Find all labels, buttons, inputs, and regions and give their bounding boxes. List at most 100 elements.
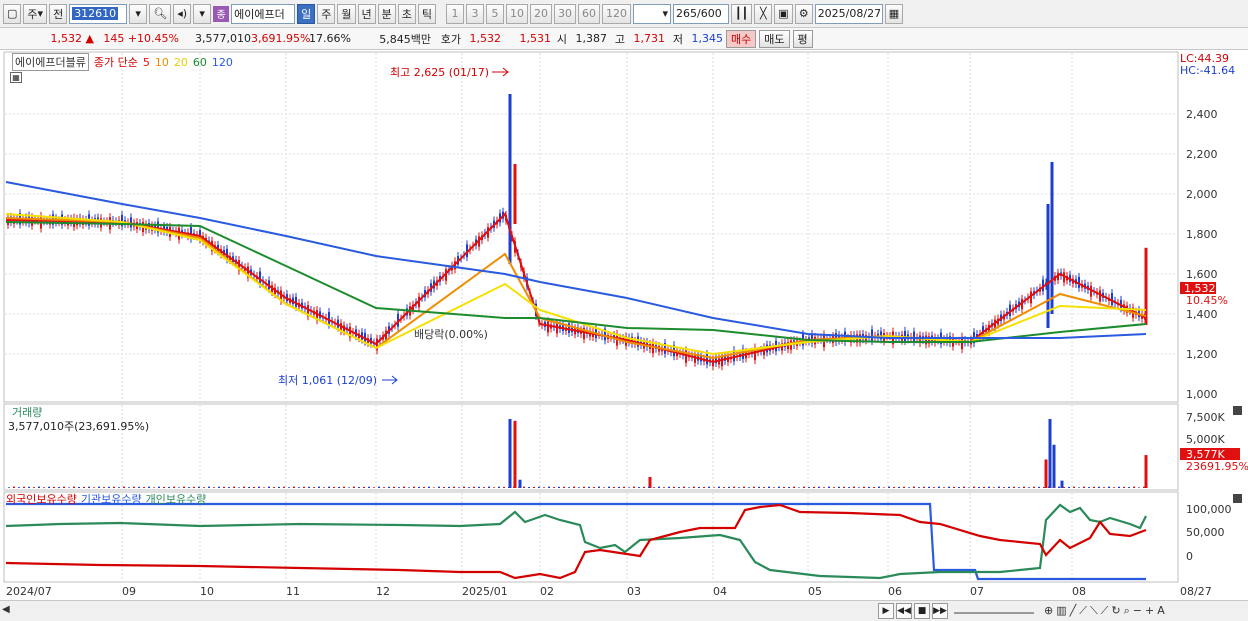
volume-bar: [728, 486, 730, 488]
plus-icon[interactable]: +: [1145, 604, 1154, 618]
volume-bar: [243, 486, 245, 488]
interval-30[interactable]: 30: [554, 3, 577, 24]
stop-icon[interactable]: ■: [914, 603, 930, 619]
buy-button[interactable]: 매수: [726, 29, 757, 48]
volume-bar: [378, 486, 380, 488]
interval-120[interactable]: 120: [602, 3, 632, 24]
high-label: 고: [614, 32, 625, 46]
interval-1[interactable]: 1: [446, 3, 465, 24]
volume-bar: [488, 486, 490, 488]
volume-bar: [648, 476, 652, 488]
zoom-icon[interactable]: ⊕: [1044, 604, 1053, 618]
stock-name-field[interactable]: 에이에프더: [231, 3, 296, 24]
text-icon[interactable]: A: [1157, 604, 1165, 618]
chevron-down-icon[interactable]: ▾: [129, 3, 148, 24]
chart-icon[interactable]: ▥: [1056, 604, 1066, 618]
line-tool-icon[interactable]: ⟋: [1079, 604, 1087, 618]
line-tool-icon[interactable]: ╱: [1070, 604, 1077, 618]
volume-bar: [763, 487, 765, 488]
minus-icon[interactable]: −: [1133, 604, 1142, 618]
speaker-icon[interactable]: ◂): [173, 3, 192, 24]
period-main-select[interactable]: 주 ▾: [23, 3, 48, 24]
forward-icon[interactable]: ▶▶: [932, 603, 948, 619]
volume-bar: [1123, 486, 1125, 488]
calendar-icon[interactable]: ▦: [884, 3, 904, 24]
scroll-left-icon[interactable]: ◀: [2, 604, 10, 615]
average-button[interactable]: 평: [792, 29, 813, 48]
trend-tool-icon[interactable]: ⟋: [1101, 604, 1109, 618]
count-input[interactable]: 265/600: [673, 3, 730, 24]
zoom-slider[interactable]: [954, 608, 1034, 614]
low-label: 저: [672, 32, 683, 46]
volume-bar: [273, 487, 275, 488]
volume-bar: [218, 486, 220, 488]
tab-minute[interactable]: 분: [377, 3, 396, 24]
candle-body: [871, 329, 873, 342]
volume-bar: [553, 487, 555, 488]
individual-holdings-label[interactable]: 개인보유수량: [146, 491, 207, 507]
tab-week[interactable]: 주: [317, 3, 336, 24]
interval-5[interactable]: 5: [486, 3, 505, 24]
tab-second[interactable]: 초: [397, 3, 416, 24]
candlestick-icon[interactable]: ┃┃: [731, 3, 753, 24]
interval-3[interactable]: 3: [466, 3, 485, 24]
ma-5-label[interactable]: 5: [143, 56, 150, 69]
tab-day[interactable]: 일: [297, 3, 316, 24]
window-icon[interactable]: ▢: [3, 3, 22, 24]
refresh-icon[interactable]: ↻: [1111, 604, 1120, 618]
rewind-icon[interactable]: ◀◀: [896, 603, 912, 619]
volume-bar: [973, 486, 975, 488]
gear-icon[interactable]: ⚙: [794, 3, 813, 24]
date-input[interactable]: 2025/08/27: [814, 3, 883, 24]
holdings-axis: 100,000 50,000 0: [1186, 503, 1232, 563]
ma-60-label[interactable]: 60: [193, 56, 207, 69]
line-tool-icon[interactable]: ⟍: [1090, 604, 1098, 618]
volume-bar: [633, 486, 635, 488]
volume-bar: [438, 486, 440, 488]
search-icon[interactable]: ⌕: [1124, 604, 1130, 618]
volume-bar: [368, 486, 370, 488]
volume-bar: [83, 486, 85, 488]
volume-bar: [1003, 487, 1005, 488]
tab-month[interactable]: 월: [337, 3, 356, 24]
play-icon[interactable]: ▶: [878, 603, 894, 619]
volume-bar: [628, 487, 630, 488]
volume-bar: [513, 420, 517, 488]
sell-button[interactable]: 매도: [759, 29, 790, 48]
volume-bar: [98, 486, 100, 488]
crosshair-icon[interactable]: ╳: [754, 3, 773, 24]
interval-10[interactable]: 10: [506, 3, 529, 24]
close-icon[interactable]: [1233, 494, 1242, 503]
volume-bar: [568, 487, 570, 488]
interval-20[interactable]: 20: [530, 3, 553, 24]
volume-bar: [543, 487, 545, 488]
ma-10-label[interactable]: 10: [155, 56, 169, 69]
chart-canvas[interactable]: 2,400 2,200 2,000 1,800 1,600 1,400 1,20…: [0, 50, 1248, 621]
stock-code-input[interactable]: 312610: [69, 3, 128, 24]
tab-tick[interactable]: 틱: [417, 3, 437, 24]
volume-total: 3,577,010: [195, 32, 251, 45]
volume-bar: [593, 487, 595, 488]
speaker-dropdown[interactable]: ▾: [193, 3, 212, 24]
tab-year[interactable]: 년: [357, 3, 376, 24]
volume-bar: [823, 487, 825, 488]
prev-button[interactable]: 전: [49, 3, 68, 24]
volume-bar: [533, 486, 535, 488]
interval-custom-input[interactable]: ▾: [633, 3, 672, 24]
volume-bar: [573, 486, 575, 488]
ma-120-label[interactable]: 120: [212, 56, 233, 69]
table-icon[interactable]: ▦: [10, 72, 22, 83]
ma-20-label[interactable]: 20: [174, 56, 188, 69]
volume-bar: [93, 487, 95, 488]
search-icon[interactable]: 🔍︎: [149, 3, 172, 24]
volume-bar: [38, 486, 40, 488]
volume-bar: [1008, 486, 1010, 488]
interval-60[interactable]: 60: [578, 3, 601, 24]
foreign-holdings-label[interactable]: 외국인보유수량: [6, 491, 77, 507]
close-icon[interactable]: [1233, 406, 1242, 415]
volume-bar: [353, 486, 355, 488]
save-icon[interactable]: ▣: [774, 3, 793, 24]
stock-tag[interactable]: 에이에프더블류: [12, 53, 89, 71]
volume-bar: [923, 486, 925, 488]
institution-holdings-label[interactable]: 기관보유수량: [81, 491, 142, 507]
